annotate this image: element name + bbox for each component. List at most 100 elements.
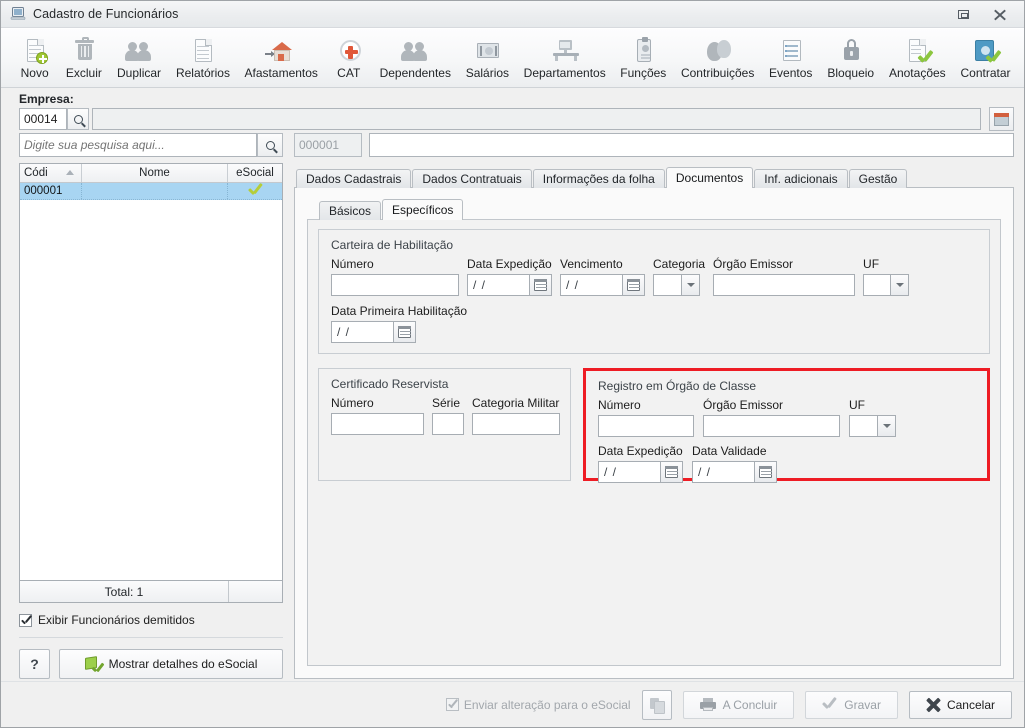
group-registro-orgao-classe: Registro em Órgão de Classe Número Órgão… [583,368,990,483]
tab-inf-adicionais[interactable]: Inf. adicionais [754,169,848,188]
column-header-nome[interactable]: Nome [82,164,228,182]
toolbar-button-cat[interactable]: CAT [325,33,372,87]
send-esocial-checkbox[interactable] [445,698,459,711]
window-title: Cadastro de Funcionários [33,7,179,21]
cnh-vencimento-calendar-button[interactable] [622,274,645,296]
leave-house-icon [265,36,297,66]
reservista-categoria-militar-input[interactable] [472,413,560,435]
left-footer: ? Mostrar detalhes do eSocial [19,649,283,679]
orgao-data-expedicao-calendar-button[interactable] [660,461,683,483]
orgao-uf-dropdown-button[interactable] [877,415,896,437]
chevron-down-icon [686,283,695,287]
cnh-uf-dropdown-button[interactable] [890,274,910,296]
show-dismissed-label: Exibir Funcionários demitidos [38,613,195,627]
cnh-categoria-dropdown-button[interactable] [681,274,700,296]
record-code-field[interactable]: 000001 [294,133,362,157]
orgao-uf-value[interactable] [849,415,877,437]
show-dismissed-checkbox[interactable] [19,613,32,627]
toolbar-button-funcoes[interactable]: Funções [613,33,674,87]
show-esocial-details-button[interactable]: Mostrar detalhes do eSocial [59,649,283,679]
toolbar-button-novo[interactable]: Novo [11,33,58,87]
empresa-code-input[interactable] [19,108,67,130]
tab-dados-contratuais[interactable]: Dados Contratuais [412,169,532,188]
cnh-numero-input[interactable] [331,274,459,296]
help-button[interactable]: ? [19,649,50,679]
table-row[interactable]: 000001 [20,183,282,200]
group-title: Certificado Reservista [331,377,449,391]
tab-dados-cadastrais[interactable]: Dados Cadastrais [296,169,412,188]
show-dismissed-row[interactable]: Exibir Funcionários demitidos [19,612,283,628]
toolbar-button-relatorios[interactable]: Relatórios [169,33,238,87]
toolbar-button-salarios[interactable]: Salários [458,33,516,87]
restore-icon [957,9,969,19]
cnh-data-primeira-input[interactable]: / / [331,321,393,343]
tab-label: Documentos [675,171,744,185]
toolbar-button-afastamentos[interactable]: Afastamentos [237,33,325,87]
orgao-numero-input[interactable] [598,415,694,437]
toolbar-button-contribuicoes[interactable]: Contribuições [674,33,762,87]
gravar-button[interactable]: Gravar [805,690,898,719]
field-orgao-uf: UF [849,398,896,437]
toolbar-label: CAT [337,66,361,80]
printer-icon [699,698,716,711]
record-header-row: 000001 [294,133,1014,157]
empresa-name-input[interactable] [92,108,981,130]
toolbar-button-anotacoes[interactable]: Anotações [882,33,953,87]
empresa-search-button[interactable] [67,108,89,130]
search-input[interactable] [19,133,257,157]
field-label: Órgão Emissor [703,398,784,412]
footer-bar: Enviar alteração para o eSocial A Conclu… [1,681,1024,727]
copy-icon [649,697,665,714]
cnh-uf-value[interactable] [863,274,891,296]
cancelar-button[interactable]: Cancelar [908,690,1012,719]
tab-gestao[interactable]: Gestão [848,169,908,188]
column-header-esocial[interactable]: eSocial [228,164,282,182]
field-cnh-orgao-emissor: Órgão Emissor [713,257,856,296]
divider [19,637,283,638]
cnh-data-expedicao-input[interactable]: / / [467,274,529,296]
field-label: Categoria Militar [472,396,560,410]
toolbar-button-excluir[interactable]: Excluir [58,33,109,87]
cnh-data-expedicao-calendar-button[interactable] [529,274,552,296]
close-button[interactable] [990,5,1008,23]
toolbar-button-departamentos[interactable]: Departamentos [517,33,613,87]
tab-basicos[interactable]: Básicos [319,201,382,220]
tab-informacoes-da-folha[interactable]: Informações da folha [532,169,665,188]
tab-especificos[interactable]: Específicos [382,199,464,220]
toolbar-button-bloqueio[interactable]: Bloqueio [820,33,882,87]
orgao-emissor-input[interactable] [703,415,840,437]
a-concluir-button[interactable]: A Concluir [682,690,795,719]
toolbar-button-dependentes[interactable]: Dependentes [372,33,458,87]
record-name-input[interactable] [369,133,1014,157]
field-label: Série [432,396,461,410]
send-esocial-row[interactable]: Enviar alteração para o eSocial [445,697,631,713]
reservista-serie-input[interactable] [432,413,464,435]
company-store-icon [994,112,1009,126]
field-label: Vencimento [560,257,623,271]
cnh-categoria-value[interactable] [653,274,681,296]
magnifier-icon [265,140,275,150]
orgao-data-validade-calendar-button[interactable] [754,461,777,483]
heads-icon [702,36,734,66]
orgao-data-expedicao-input[interactable]: / / [598,461,660,483]
empresa-picker-button[interactable] [989,107,1014,131]
cnh-vencimento-input[interactable]: / / [560,274,622,296]
orgao-data-validade-input[interactable]: / / [692,461,754,483]
toolbar-button-eventos[interactable]: Eventos [762,33,820,87]
cnh-data-primeira-calendar-button[interactable] [393,321,416,343]
title-bar: Cadastro de Funcionários [1,1,1024,28]
employee-search-row [19,133,283,157]
search-button[interactable] [257,133,283,157]
toolbar-button-duplicar[interactable]: Duplicar [110,33,169,87]
column-label: eSocial [236,167,274,179]
empresa-section: Empresa: [1,88,1024,131]
cnh-orgao-emissor-input[interactable] [713,274,856,296]
column-header-codigo[interactable]: Códi [20,164,82,182]
reservista-numero-input[interactable] [331,413,424,435]
copy-button[interactable] [641,689,672,720]
toolbar-button-contratar[interactable]: Contratar [953,33,1018,87]
tab-documentos[interactable]: Documentos [665,167,754,188]
employee-grid[interactable]: Códi Nome eSocial 000001 [19,163,283,581]
calendar-icon [627,279,640,291]
restore-button[interactable] [954,5,972,23]
